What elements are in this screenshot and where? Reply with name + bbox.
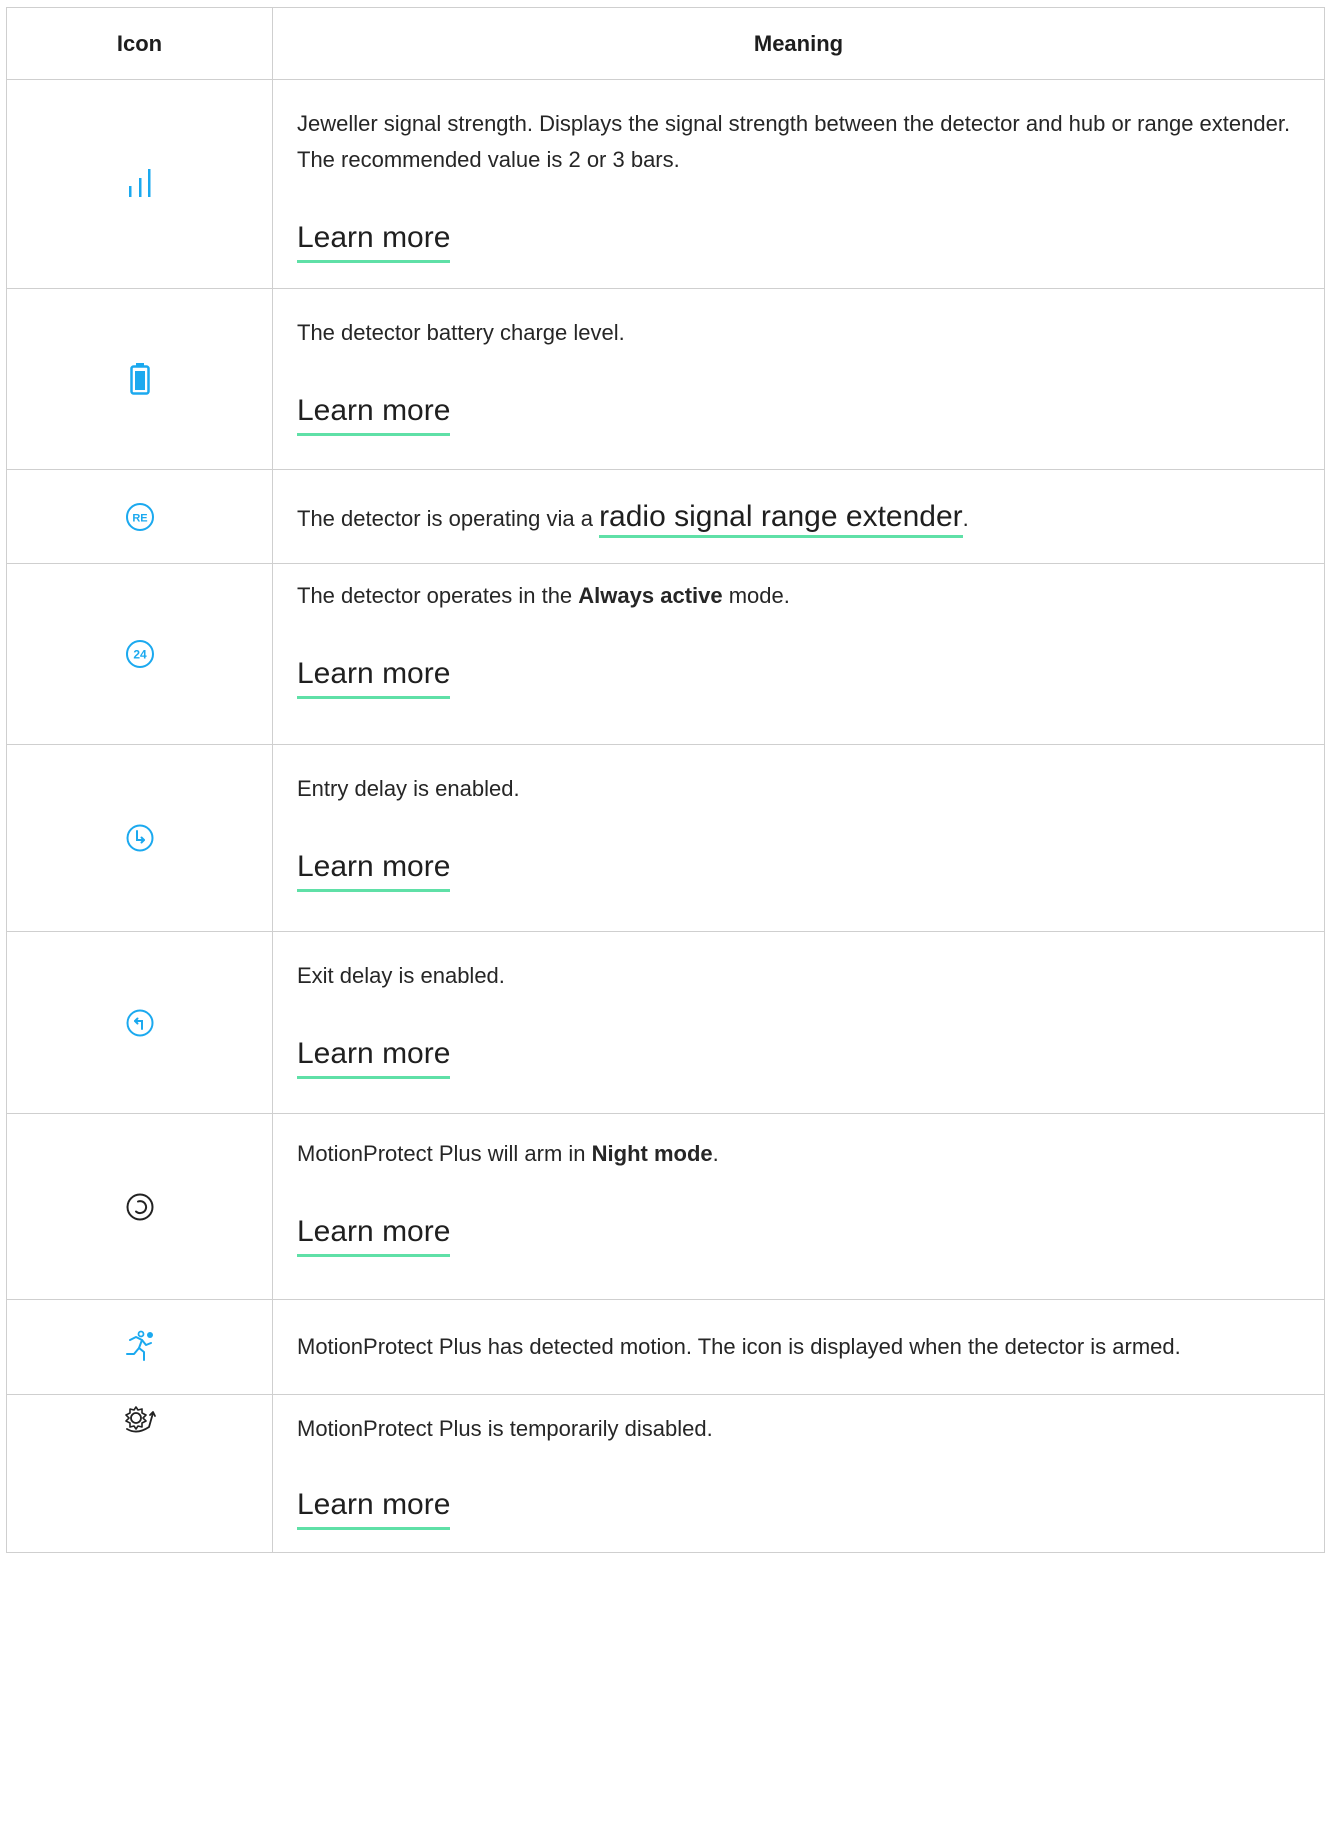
icon-legend-table: Icon Meaning Jeweller signal strength. D… <box>6 7 1325 1553</box>
row-description: Jeweller signal strength. Displays the s… <box>297 111 1291 172</box>
row-description: Exit delay is enabled. <box>297 963 505 988</box>
learn-more-link[interactable]: Learn more <box>297 1485 451 1530</box>
night-mode-icon <box>125 1193 155 1220</box>
row-description: The detector is operating via a radio si… <box>297 497 1300 538</box>
motion-detected-icon <box>124 1330 156 1361</box>
table-row: 24 The detector operates in the Always a… <box>6 563 1325 745</box>
range-extender-link[interactable]: radio signal range extender <box>599 499 963 538</box>
row-description: Entry delay is enabled. <box>297 776 520 801</box>
row-description: MotionProtect Plus will arm in Night mod… <box>297 1141 719 1166</box>
learn-more-link[interactable]: Learn more <box>297 847 451 892</box>
table-row: Jeweller signal strength. Displays the s… <box>6 79 1325 289</box>
svg-text:RE: RE <box>132 512 147 524</box>
learn-more-link[interactable]: Learn more <box>297 1212 451 1257</box>
entry-delay-icon <box>125 824 155 852</box>
table-row: MotionProtect Plus will arm in Night mod… <box>6 1113 1325 1300</box>
header-meaning: Meaning <box>272 7 1325 80</box>
table-row: MotionProtect Plus has detected motion. … <box>6 1299 1325 1395</box>
row-description: The detector battery charge level. <box>297 320 625 345</box>
table-row: MotionProtect Plus is temporarily disabl… <box>6 1394 1325 1553</box>
table-row: RE The detector is operating via a radio… <box>6 469 1325 564</box>
learn-more-link[interactable]: Learn more <box>297 391 451 436</box>
table-row: Entry delay is enabled. Learn more <box>6 744 1325 932</box>
range-extender-re-icon: RE <box>125 502 155 531</box>
svg-text:24: 24 <box>133 648 147 662</box>
temporarily-disabled-icon <box>123 1406 157 1433</box>
row-description: MotionProtect Plus is temporarily disabl… <box>297 1416 713 1441</box>
learn-more-link[interactable]: Learn more <box>297 654 451 699</box>
row-description: MotionProtect Plus has detected motion. … <box>297 1334 1181 1359</box>
header-icon: Icon <box>6 7 273 80</box>
learn-more-link[interactable]: Learn more <box>297 218 451 263</box>
exit-delay-icon <box>125 1009 155 1036</box>
table-header-row: Icon Meaning <box>6 7 1325 80</box>
always-active-24-icon: 24 <box>125 640 155 668</box>
row-description: The detector operates in the Always acti… <box>297 583 790 608</box>
table-row: Exit delay is enabled. Learn more <box>6 931 1325 1114</box>
learn-more-link[interactable]: Learn more <box>297 1034 451 1079</box>
table-row: The detector battery charge level. Learn… <box>6 288 1325 470</box>
signal-strength-icon <box>127 169 153 197</box>
battery-icon <box>129 363 150 395</box>
